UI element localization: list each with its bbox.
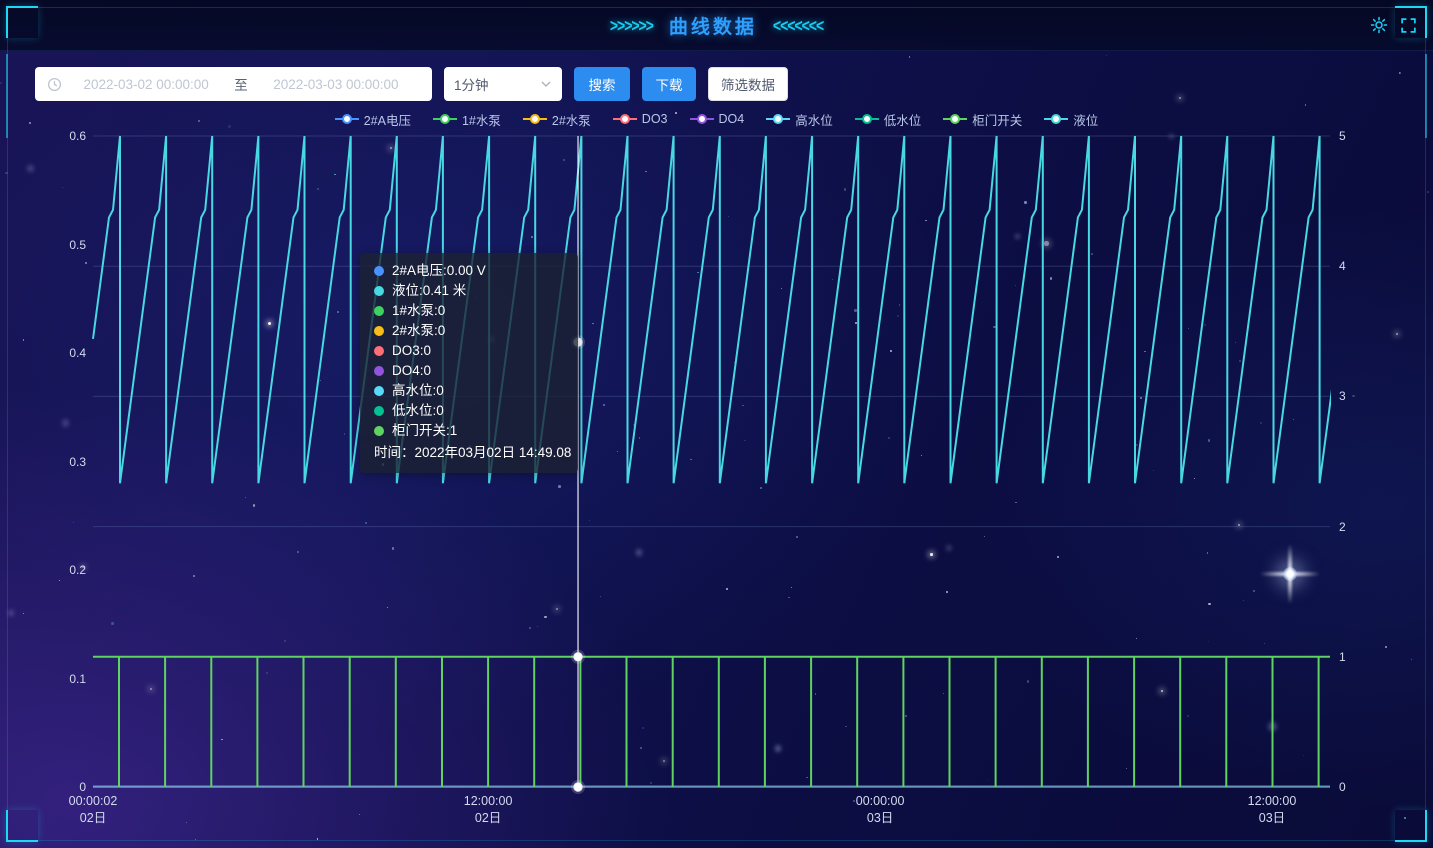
legend-marker-icon — [523, 114, 547, 124]
legend-item-label: 2#A电压 — [364, 110, 411, 129]
title-left-arrows: >>>>>> — [610, 15, 653, 35]
tooltip-time: 时间：2022年03月02日 14:49.08 — [374, 443, 564, 463]
legend-item-label: DO4 — [719, 112, 745, 126]
tooltip-series-dot-icon — [374, 366, 384, 376]
page-title: 曲线数据 — [669, 12, 757, 39]
x-axis-label: 00:00:0202日 — [69, 793, 118, 827]
chart-area: 0 0.1 0.2 0.3 0.4 0.5 0.6 0 1 2 3 4 5 00:00:0202日 12… — [0, 0, 1433, 848]
tooltip-series-dot-icon — [374, 426, 384, 436]
chart-legend: 2#A电压 1#水泵 2#水泵 DO3 DO4 高水位 低水位 柜门开关 液位 — [0, 111, 1433, 127]
tooltip-row: 柜门开关:1 — [374, 421, 564, 441]
legend-item[interactable]: 低水位 — [855, 111, 922, 127]
y-axis-right-label: 1 — [1339, 650, 1346, 664]
interval-select-value: 1分钟 — [454, 74, 489, 94]
search-button[interactable]: 搜索 — [574, 67, 630, 101]
tooltip-rows: 2#A电压:0.00 V液位:0.41 米1#水泵:02#水泵:0DO3:0DO… — [374, 261, 564, 441]
series-liquid-level-line — [93, 136, 1366, 483]
legend-item-label: 柜门开关 — [972, 110, 1022, 129]
legend-marker-icon — [690, 114, 714, 124]
header-bar: >>>>>> 曲线数据 <<<<<<< — [0, 0, 1433, 51]
date-start-value[interactable]: 2022-03-02 00:00:00 — [62, 77, 230, 92]
legend-item[interactable]: DO4 — [690, 111, 745, 127]
fullscreen-icon[interactable] — [1400, 17, 1417, 34]
tooltip-row: 液位:0.41 米 — [374, 281, 564, 301]
interval-select[interactable]: 1分钟 — [444, 67, 562, 101]
x-axis-label: 12:00:0003日 — [1248, 793, 1297, 827]
gear-icon[interactable] — [1370, 16, 1388, 34]
y-axis-right-label: 0 — [1339, 780, 1346, 794]
legend-marker-icon — [613, 114, 637, 124]
date-range-input[interactable]: 2022-03-02 00:00:00 至 2022-03-03 00:00:0… — [35, 67, 432, 101]
tooltip-series-dot-icon — [374, 306, 384, 316]
header-icons — [1370, 0, 1417, 50]
legend-marker-icon — [1044, 114, 1068, 124]
y-axis-left-label: 0.6 — [0, 129, 86, 143]
date-end-value[interactable]: 2022-03-03 00:00:00 — [252, 77, 420, 92]
legend-item-label: 2#水泵 — [552, 110, 591, 129]
tooltip-row: DO4:0 — [374, 361, 564, 381]
y-axis-right-label: 4 — [1339, 259, 1346, 273]
legend-item[interactable]: 2#水泵 — [523, 111, 591, 127]
x-axis-label: 12:00:0002日 — [464, 793, 513, 827]
legend-item[interactable]: 液位 — [1044, 111, 1098, 127]
filter-data-button[interactable]: 筛选数据 — [708, 67, 788, 101]
download-button[interactable]: 下载 — [642, 67, 696, 101]
legend-item-label: 高水位 — [795, 110, 833, 129]
legend-item[interactable]: DO3 — [613, 111, 668, 127]
y-axis-right-label: 5 — [1339, 129, 1346, 143]
legend-marker-icon — [943, 114, 967, 124]
legend-item-label: 1#水泵 — [462, 110, 501, 129]
chevron-down-icon — [540, 78, 552, 90]
y-axis-left-label: 0.2 — [0, 563, 86, 577]
hover-tooltip: 2#A电压:0.00 V液位:0.41 米1#水泵:02#水泵:0DO3:0DO… — [360, 253, 578, 473]
y-axis-right-label: 3 — [1339, 389, 1346, 403]
tooltip-series-dot-icon — [374, 326, 384, 336]
legend-item[interactable]: 1#水泵 — [433, 111, 501, 127]
tooltip-row: 高水位:0 — [374, 381, 564, 401]
series-door-switch-line — [93, 657, 1330, 787]
tooltip-row: 2#水泵:0 — [374, 321, 564, 341]
tooltip-row: 低水位:0 — [374, 401, 564, 421]
legend-item-label: 液位 — [1073, 110, 1098, 129]
clock-icon — [47, 77, 62, 92]
date-separator: 至 — [234, 74, 248, 94]
legend-item-label: 低水位 — [884, 110, 922, 129]
y-axis-left-label: 0 — [0, 780, 86, 794]
y-axis-left-label: 0.5 — [0, 238, 86, 252]
chart-svg[interactable] — [93, 136, 1330, 787]
legend-marker-icon — [433, 114, 457, 124]
tooltip-series-dot-icon — [374, 266, 384, 276]
x-axis-label: 00:00:0003日 — [856, 793, 905, 827]
y-axis-left-label: 0.1 — [0, 672, 86, 686]
tooltip-series-dot-icon — [374, 386, 384, 396]
tooltip-series-dot-icon — [374, 346, 384, 356]
legend-marker-icon — [335, 114, 359, 124]
legend-marker-icon — [855, 114, 879, 124]
tooltip-series-dot-icon — [374, 406, 384, 416]
crosshair-point — [574, 653, 582, 661]
legend-item[interactable]: 高水位 — [766, 111, 833, 127]
legend-marker-icon — [766, 114, 790, 124]
tooltip-series-dot-icon — [374, 286, 384, 296]
crosshair-point — [574, 783, 582, 791]
tooltip-row: DO3:0 — [374, 341, 564, 361]
y-axis-left-label: 0.3 — [0, 455, 86, 469]
legend-item[interactable]: 柜门开关 — [943, 111, 1022, 127]
tooltip-row: 2#A电压:0.00 V — [374, 261, 564, 281]
toolbar: 2022-03-02 00:00:00 至 2022-03-03 00:00:0… — [35, 67, 788, 101]
legend-item-label: DO3 — [642, 112, 668, 126]
y-axis-right-label: 2 — [1339, 520, 1346, 534]
y-axis-left-label: 0.4 — [0, 346, 86, 360]
title-right-arrows: <<<<<<< — [773, 15, 823, 35]
tooltip-row: 1#水泵:0 — [374, 301, 564, 321]
legend-item[interactable]: 2#A电压 — [335, 111, 411, 127]
